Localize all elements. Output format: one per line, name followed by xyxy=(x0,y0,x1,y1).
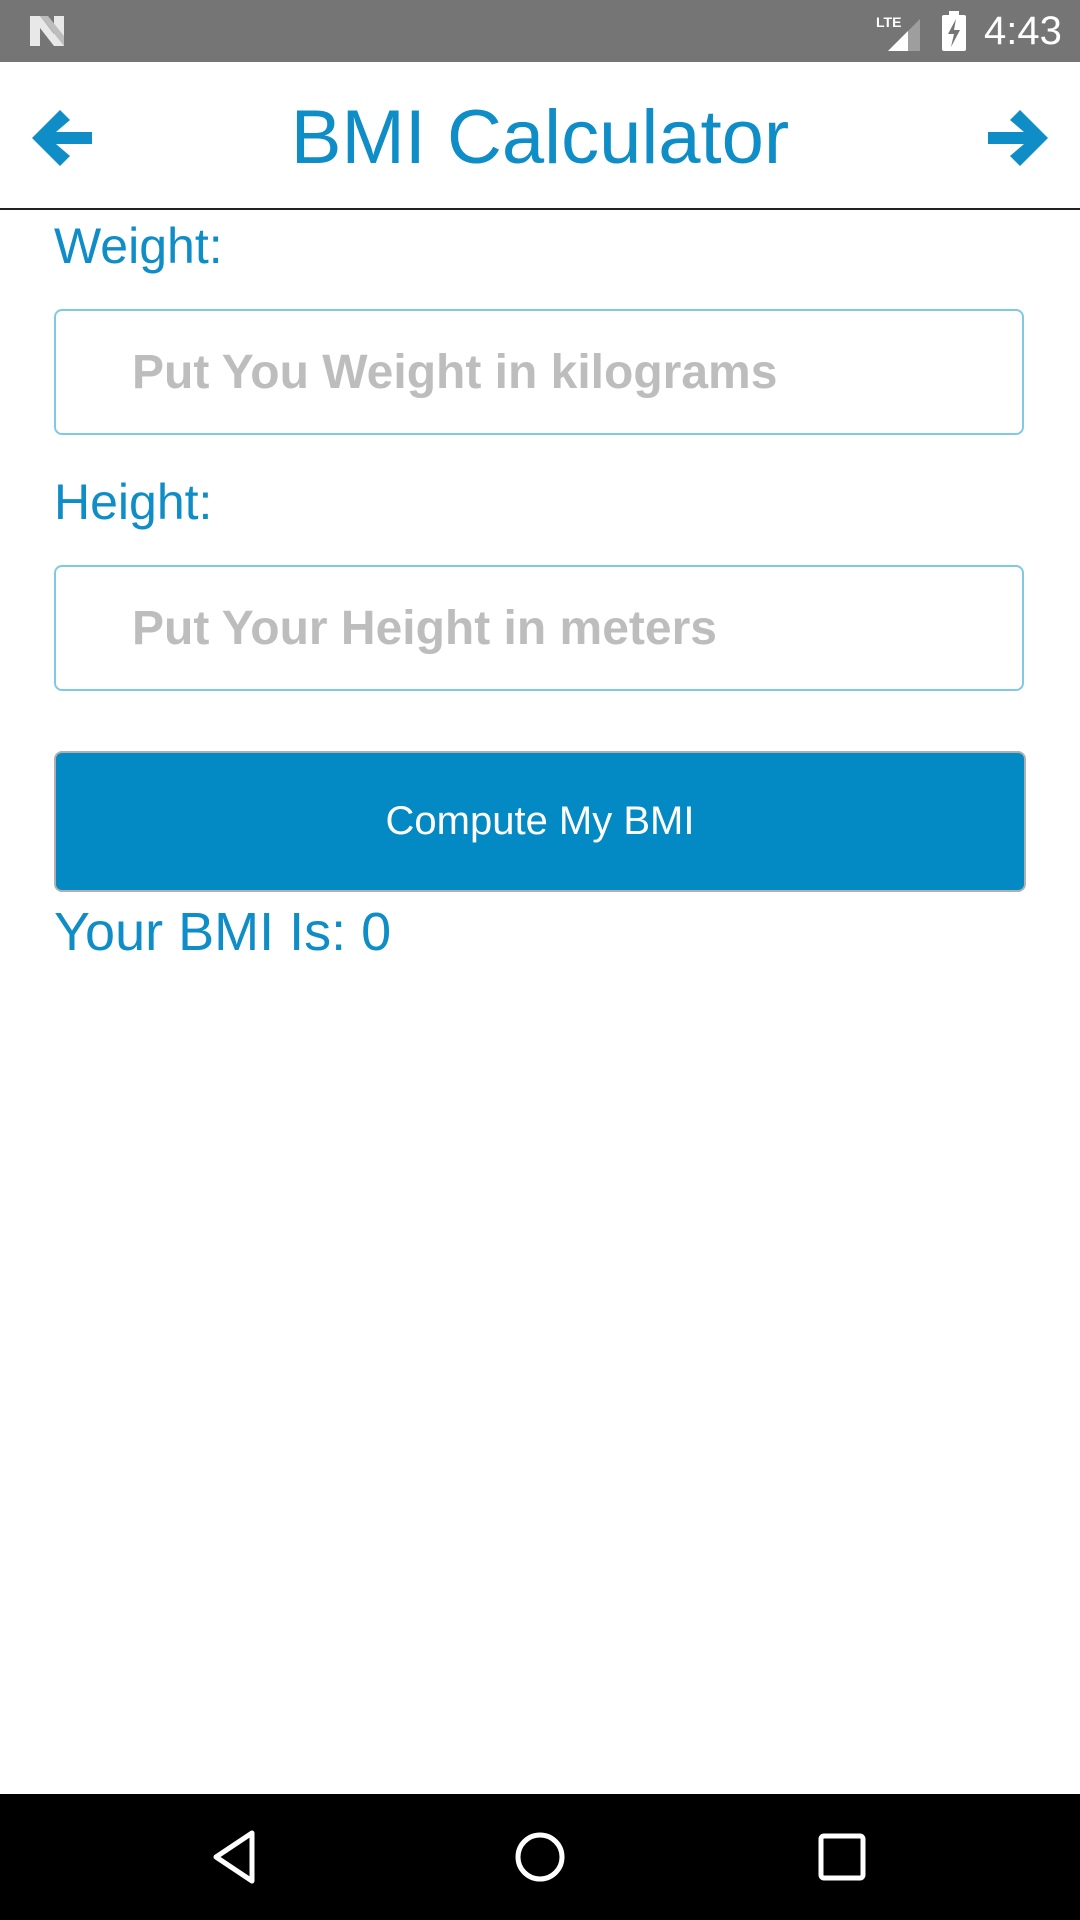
status-clock: 4:43 xyxy=(984,9,1062,53)
status-bar: LTE 4:43 xyxy=(0,0,1080,62)
compute-bmi-button[interactable]: Compute My BMI xyxy=(54,751,1026,892)
svg-text:LTE: LTE xyxy=(876,14,901,30)
system-navigation-bar xyxy=(0,1794,1080,1920)
weight-label: Weight: xyxy=(54,218,223,274)
page-title: BMI Calculator xyxy=(290,95,790,180)
battery-charging-icon xyxy=(942,11,966,51)
n-logo-icon xyxy=(30,16,64,46)
recents-square-icon[interactable] xyxy=(812,1827,872,1887)
height-label: Height: xyxy=(54,474,213,530)
weight-input[interactable] xyxy=(54,309,1024,435)
lte-signal-icon: LTE xyxy=(876,14,920,51)
home-circle-icon[interactable] xyxy=(510,1827,570,1887)
arrow-left-icon[interactable] xyxy=(26,102,98,174)
back-triangle-icon[interactable] xyxy=(206,1827,266,1887)
height-input[interactable] xyxy=(54,565,1024,691)
app-header: BMI Calculator xyxy=(0,62,1080,210)
bmi-calculator-screen: LTE 4:43 BMI Calculator Weight: Height: … xyxy=(0,0,1080,1920)
arrow-right-icon[interactable] xyxy=(982,102,1054,174)
bmi-result-text: Your BMI Is: 0 xyxy=(54,902,392,962)
